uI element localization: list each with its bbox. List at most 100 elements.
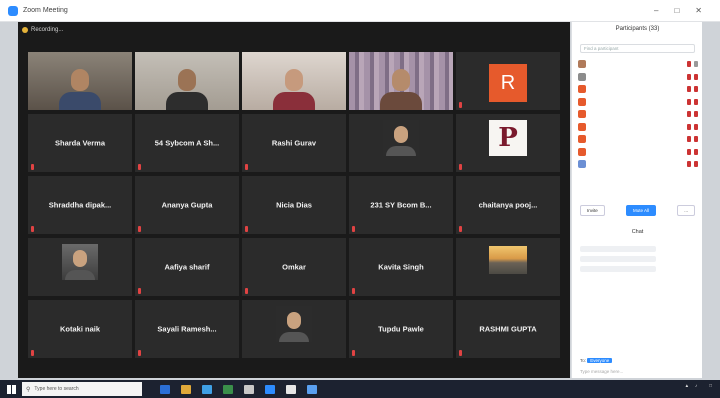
participant-tile[interactable]: Kotaki naik xyxy=(28,300,132,358)
participant-tile[interactable]: Nicia Dias xyxy=(242,176,346,234)
participant-search-input[interactable]: Find a participant xyxy=(580,44,695,53)
volume-icon[interactable]: ♪ xyxy=(695,383,697,388)
muted-mic-icon xyxy=(138,288,141,294)
taskbar-app-icon[interactable] xyxy=(202,384,212,394)
participant-tile[interactable]: Ananya Gupta xyxy=(135,176,239,234)
person-body xyxy=(386,146,416,156)
participant-tile[interactable]: R xyxy=(456,52,560,110)
taskbar-app-icon[interactable] xyxy=(160,384,170,394)
participant-name: Kavita Singh xyxy=(378,262,424,272)
participant-name: Shraddha dipak... xyxy=(48,200,112,210)
minimize-icon[interactable]: – xyxy=(654,6,658,15)
participant-tile[interactable]: RASHMI GUPTA xyxy=(456,300,560,358)
participant-status xyxy=(687,61,698,68)
participant-tile[interactable]: Sayali Ramesh... xyxy=(135,300,239,358)
participant-tile[interactable]: P xyxy=(456,114,560,172)
participant-tile[interactable]: Sharda Verma xyxy=(28,114,132,172)
participant-tile[interactable] xyxy=(349,52,453,110)
participant-tile[interactable] xyxy=(456,238,560,296)
muted-mic-icon xyxy=(245,288,248,294)
participant-status xyxy=(687,73,698,80)
muted-mic-icon xyxy=(138,226,141,232)
start-button[interactable] xyxy=(0,380,22,398)
participant-tile[interactable]: 231 SY Bcom B... xyxy=(349,176,453,234)
taskbar-app-icon[interactable] xyxy=(223,384,233,394)
participant-tile[interactable]: chaitanya pooj... xyxy=(456,176,560,234)
taskbar-app-icon[interactable] xyxy=(286,384,296,394)
profile-picture xyxy=(276,306,312,342)
participant-row[interactable] xyxy=(578,133,698,146)
camera-off-icon xyxy=(694,148,698,155)
participant-avatar xyxy=(578,122,586,131)
participant-tile[interactable] xyxy=(28,52,132,110)
participant-row[interactable] xyxy=(578,96,698,109)
participant-name: Aafiya sharif xyxy=(164,262,210,272)
participant-tile[interactable]: Tupdu Pawle xyxy=(349,300,453,358)
taskbar-app-icon[interactable] xyxy=(307,384,317,394)
participant-row[interactable] xyxy=(578,108,698,121)
participant-row[interactable] xyxy=(578,146,698,159)
camera-off-icon xyxy=(694,161,698,168)
search-icon: ⚲ xyxy=(26,386,31,393)
participant-avatar xyxy=(578,135,586,144)
participant-name: Ananya Gupta xyxy=(161,200,213,210)
chat-message xyxy=(580,266,656,272)
participant-avatar xyxy=(578,160,586,169)
participant-tile[interactable] xyxy=(242,300,346,358)
participant-row[interactable] xyxy=(578,71,698,84)
invite-button[interactable]: Invite xyxy=(580,205,605,216)
participant-row[interactable] xyxy=(578,158,698,171)
close-icon[interactable]: ✕ xyxy=(695,6,702,15)
participant-row[interactable] xyxy=(578,83,698,96)
participant-video xyxy=(273,69,315,110)
chat-recipient[interactable]: To: Everyone xyxy=(580,358,613,363)
muted-mic-icon xyxy=(459,350,462,356)
network-icon[interactable]: ▲ xyxy=(685,383,689,388)
person-body xyxy=(279,332,309,342)
participant-tile[interactable]: Shraddha dipak... xyxy=(28,176,132,234)
participant-tile[interactable] xyxy=(28,238,132,296)
participant-name: 231 SY Bcom B... xyxy=(370,200,432,210)
participant-row[interactable] xyxy=(578,58,698,71)
recording-indicator[interactable]: Recording... xyxy=(22,24,63,36)
participant-tile[interactable] xyxy=(242,52,346,110)
taskbar-app-icon[interactable] xyxy=(181,384,191,394)
participant-name: Sharda Verma xyxy=(54,138,106,148)
participant-list xyxy=(578,58,698,171)
participant-tile[interactable]: 54 Sybcom A Sh... xyxy=(135,114,239,172)
participant-tile[interactable]: Aafiya sharif xyxy=(135,238,239,296)
muted-mic-icon xyxy=(687,148,691,155)
participant-tile[interactable]: Omkar xyxy=(242,238,346,296)
taskbar-app-icon[interactable] xyxy=(265,384,275,394)
participant-tile[interactable]: Rashi Gurav xyxy=(242,114,346,172)
participant-name: Rashi Gurav xyxy=(271,138,317,148)
recording-label: Recording... xyxy=(31,27,64,33)
participant-name: chaitanya pooj... xyxy=(478,200,538,210)
notifications-icon[interactable]: □ xyxy=(709,383,712,388)
participant-tile[interactable] xyxy=(349,114,453,172)
chat-to-select[interactable]: Everyone xyxy=(587,358,613,363)
maximize-icon[interactable]: □ xyxy=(674,6,679,15)
mute-all-button[interactable]: Mute All xyxy=(625,205,656,216)
muted-mic-icon xyxy=(687,136,691,143)
side-panel: Participants (33) Find a participant Inv… xyxy=(571,22,702,378)
profile-picture xyxy=(383,120,419,156)
person-head xyxy=(394,126,408,143)
window-title: Zoom Meeting xyxy=(23,7,68,14)
recording-icon xyxy=(22,27,28,33)
participant-status xyxy=(687,86,698,93)
chat-input[interactable]: Type message here... xyxy=(580,369,623,374)
camera-off-icon xyxy=(694,136,698,143)
muted-mic-icon xyxy=(459,226,462,232)
person-head xyxy=(71,69,89,91)
participant-tile[interactable]: Kavita Singh xyxy=(349,238,453,296)
more-options-button[interactable]: ... xyxy=(677,205,695,216)
participant-row[interactable] xyxy=(578,121,698,134)
taskbar-app-icon[interactable] xyxy=(244,384,254,394)
taskbar-search-input[interactable]: ⚲ Type here to search xyxy=(22,382,142,396)
camera-off-icon xyxy=(694,123,698,130)
participant-status xyxy=(687,148,698,155)
participant-tile[interactable] xyxy=(135,52,239,110)
muted-mic-icon xyxy=(687,123,691,130)
profile-picture xyxy=(62,244,98,280)
